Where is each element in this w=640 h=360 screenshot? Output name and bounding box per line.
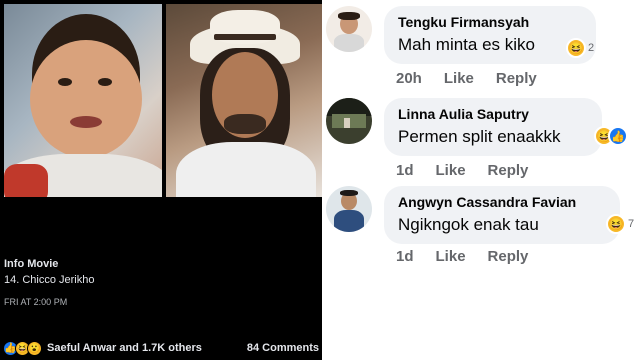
red-stripe bbox=[4, 164, 48, 197]
like-button[interactable]: Like bbox=[436, 248, 466, 265]
reply-button[interactable]: Reply bbox=[496, 70, 537, 87]
like-button[interactable]: Like bbox=[436, 162, 466, 179]
face-shape bbox=[30, 40, 142, 158]
post-info: Info Movie 14. Chicco Jerikho FRI AT 2:0… bbox=[4, 256, 95, 310]
comment-reactions[interactable]: 😆 👍 bbox=[594, 126, 628, 146]
post-timestamp[interactable]: FRI AT 2:00 PM bbox=[4, 294, 95, 310]
reaction-count: 2 bbox=[588, 42, 595, 54]
like-icon: 👍 bbox=[608, 126, 628, 146]
hat-band bbox=[214, 34, 276, 40]
post-reactions-bar: 👍 😆 😮 Saeful Anwar and 1.7K others 84 Co… bbox=[0, 336, 322, 360]
comment-reactions[interactable]: 😆 7 bbox=[606, 214, 634, 234]
comment-text: Mah minta es kiko bbox=[398, 35, 535, 54]
like-button[interactable]: Like bbox=[444, 70, 474, 87]
comment-bubble: Tengku Firmansyah Mah minta es kiko bbox=[384, 6, 596, 64]
post-caption: 14. Chicco Jerikho bbox=[4, 274, 95, 286]
comment-age[interactable]: 1d bbox=[396, 162, 414, 179]
comment-age[interactable]: 1d bbox=[396, 248, 414, 265]
reply-button[interactable]: Reply bbox=[488, 248, 529, 265]
reaction-count: 7 bbox=[628, 218, 635, 230]
post-viewer: Info Movie 14. Chicco Jerikho FRI AT 2:0… bbox=[0, 0, 322, 360]
comment-actions: 20h Like Reply bbox=[396, 70, 537, 87]
post-photo-chicco-jerikho[interactable] bbox=[166, 4, 322, 197]
comments-panel: Tengku Firmansyah Mah minta es kiko 😆 2 … bbox=[322, 0, 640, 360]
comments-count-link[interactable]: 84 Comments bbox=[247, 342, 319, 354]
commenter-name[interactable]: Linna Aulia Saputry bbox=[398, 106, 588, 122]
comment-age[interactable]: 20h bbox=[396, 70, 422, 87]
commenter-name[interactable]: Angwyn Cassandra Favian bbox=[398, 194, 606, 210]
reactors-summary[interactable]: Saeful Anwar and 1.7K others bbox=[47, 342, 202, 354]
comment-text: Ngikngok enak tau bbox=[398, 215, 539, 234]
mouth bbox=[70, 116, 102, 128]
comment-bubble: Angwyn Cassandra Favian Ngikngok enak ta… bbox=[384, 186, 620, 244]
reply-button[interactable]: Reply bbox=[488, 162, 529, 179]
beard bbox=[224, 114, 266, 134]
commenter-name[interactable]: Tengku Firmansyah bbox=[398, 14, 582, 30]
comment-text: Permen split enaakkk bbox=[398, 127, 561, 146]
comment-actions: 1d Like Reply bbox=[396, 248, 528, 265]
haha-icon: 😆 bbox=[606, 214, 626, 234]
comment-bubble: Linna Aulia Saputry Permen split enaakkk bbox=[384, 98, 602, 156]
avatar[interactable] bbox=[326, 6, 372, 52]
post-photo-child-actor[interactable] bbox=[4, 4, 162, 197]
eye-right bbox=[98, 78, 112, 86]
eye-left bbox=[58, 78, 72, 86]
wow-icon[interactable]: 😮 bbox=[27, 340, 42, 356]
post-section-title: Info Movie bbox=[4, 258, 59, 270]
haha-icon: 😆 bbox=[566, 38, 586, 58]
comment-actions: 1d Like Reply bbox=[396, 162, 528, 179]
white-shirt bbox=[176, 142, 316, 197]
comment-reactions[interactable]: 😆 2 bbox=[566, 38, 594, 58]
avatar[interactable] bbox=[326, 186, 372, 232]
avatar[interactable] bbox=[326, 98, 372, 144]
